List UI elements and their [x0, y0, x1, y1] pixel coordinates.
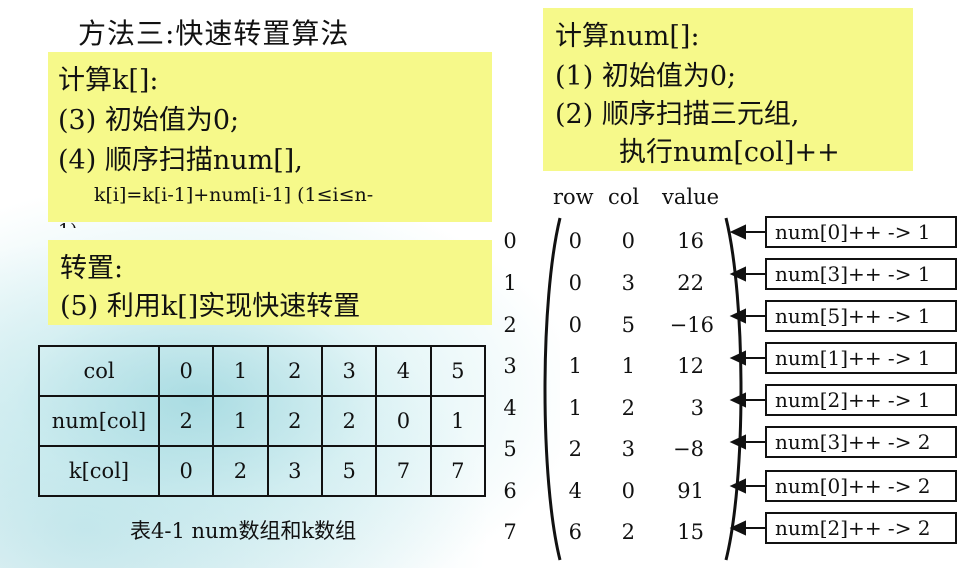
triple-row: 0 — [568, 313, 582, 337]
num-increment-box: num[3]++ -> 1 — [765, 258, 957, 290]
triple-index: 4 — [503, 396, 517, 420]
triple-value: −8 — [673, 437, 704, 461]
triple-index: 5 — [503, 437, 517, 461]
triple-row: 4 — [568, 479, 582, 503]
left-paren-icon — [543, 217, 562, 561]
num-increment-box: num[3]++ -> 2 — [765, 426, 957, 458]
triple-index: 6 — [503, 479, 517, 503]
arrow-group — [729, 224, 765, 536]
num-increment-box: num[2]++ -> 1 — [765, 384, 957, 416]
triple-value: 91 — [677, 479, 704, 503]
triple-row: 2 — [568, 437, 582, 461]
num-increment-box: num[5]++ -> 1 — [765, 300, 957, 332]
triple-index: 3 — [503, 354, 517, 378]
triple-row: 0 — [568, 271, 582, 295]
triple-index: 7 — [503, 520, 517, 544]
num-increment-box: num[1]++ -> 1 — [765, 342, 957, 374]
triple-row: 6 — [568, 520, 582, 544]
triple-index: 0 — [503, 229, 517, 253]
triple-value: 3 — [690, 396, 704, 420]
triple-row: 1 — [568, 396, 582, 420]
triple-row: 0 — [568, 229, 582, 253]
num-increment-box: num[0]++ -> 1 — [765, 216, 957, 248]
num-increment-box: num[0]++ -> 2 — [765, 470, 957, 502]
triple-row: 1 — [568, 354, 582, 378]
triple-col: 1 — [621, 354, 635, 378]
num-increment-box: num[2]++ -> 2 — [765, 512, 957, 544]
triple-col: 2 — [621, 520, 635, 544]
triple-index: 2 — [503, 313, 517, 337]
triple-col: 3 — [621, 437, 635, 461]
triple-col: 3 — [621, 271, 635, 295]
triple-col: 0 — [621, 479, 635, 503]
triple-value: −16 — [669, 313, 714, 337]
triple-col: 2 — [621, 396, 635, 420]
triple-value: 12 — [677, 354, 704, 378]
triple-col: 0 — [621, 229, 635, 253]
triple-value: 15 — [677, 520, 704, 544]
triple-value: 16 — [677, 229, 704, 253]
triple-index: 1 — [503, 271, 517, 295]
triple-col: 5 — [621, 313, 635, 337]
right-paren-icon — [724, 217, 743, 561]
triple-value: 22 — [677, 271, 704, 295]
